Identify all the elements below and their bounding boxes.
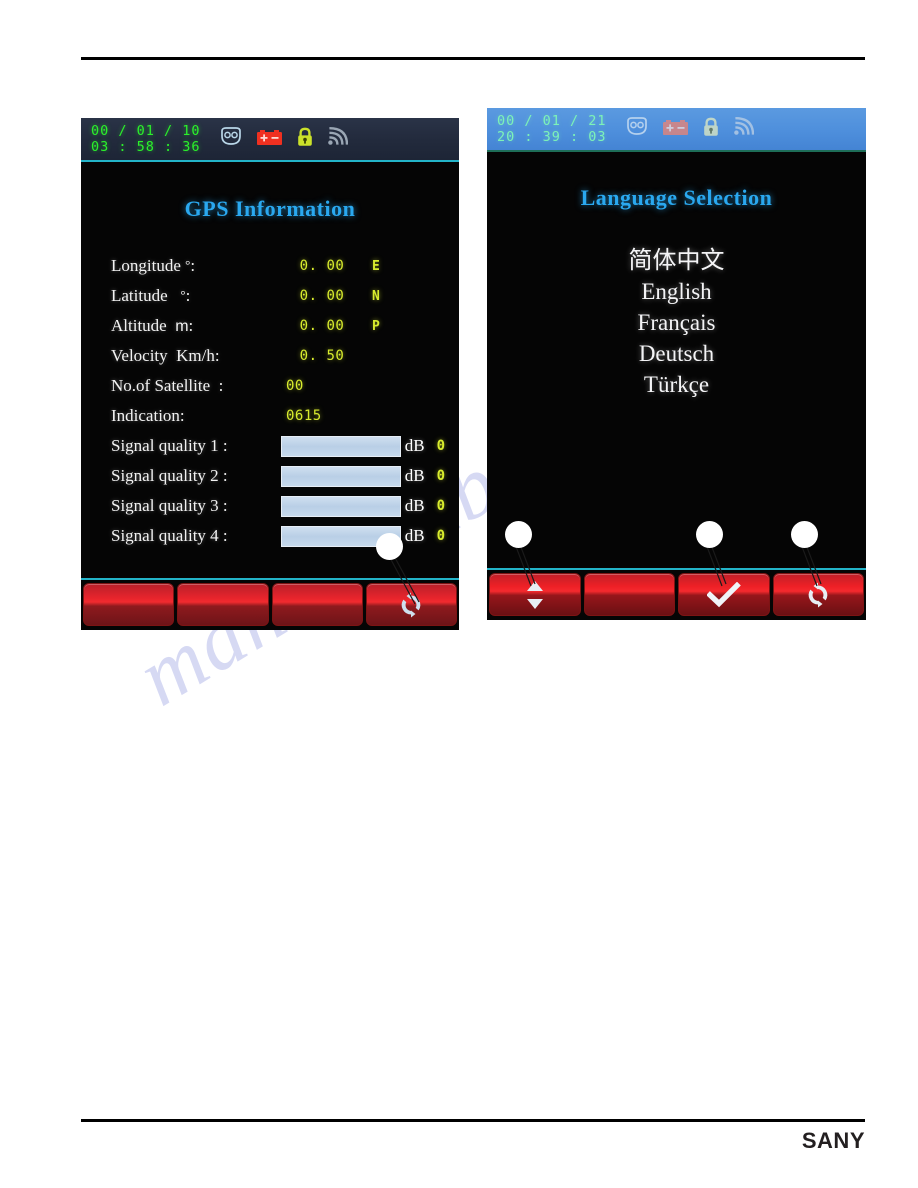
soft-button-bar xyxy=(487,568,866,620)
signal-quality-row-1: Signal quality 1 : dB 0 xyxy=(111,431,445,461)
check-icon xyxy=(706,581,741,607)
signal-value: 0 xyxy=(436,468,445,484)
gps-label: Indication: xyxy=(111,406,185,425)
clock-display: 00 / 01 / 21 20 : 39 : 03 xyxy=(497,113,607,145)
page-title: GPS Information xyxy=(184,196,356,221)
clock-display: 00 / 01 / 10 03 : 58 : 36 xyxy=(91,123,201,155)
callout-marker-2 xyxy=(696,521,723,548)
callout-marker-3 xyxy=(791,521,818,548)
gps-label: No.of Satellite : xyxy=(111,376,224,395)
callout-marker-1 xyxy=(505,521,532,548)
language-option-french[interactable]: Français xyxy=(487,307,866,338)
language-selection-panel: 00 / 01 / 21 20 : 39 : 03 Language Selec… xyxy=(487,108,866,620)
soft-button-confirm[interactable] xyxy=(678,573,770,616)
signal-label: Signal quality 4 : xyxy=(111,526,228,545)
gps-label: Velocity Km/h: xyxy=(111,346,220,365)
manual-page: manualslib.com SANY 00 / 01 / 10 03 : 58… xyxy=(0,0,918,1188)
battery-icon xyxy=(662,118,689,141)
footer-rule xyxy=(81,1119,865,1122)
gps-screen-body: GPS Information Longitude °: 0. 00 E Lat… xyxy=(81,162,459,630)
gps-label: Altitude m: xyxy=(111,316,194,335)
gps-direction: N xyxy=(372,288,380,304)
gps-information-panel: 00 / 01 / 10 03 : 58 : 36 GPS Informatio… xyxy=(81,118,459,630)
soft-button-bar xyxy=(81,578,459,630)
signal-quality-row-2: Signal quality 2 : dB 0 xyxy=(111,461,445,491)
signal-label: Signal quality 2 : xyxy=(111,466,228,485)
gps-value: 0. 00 xyxy=(299,288,345,304)
gps-row-satellites: No.of Satellite : 00 xyxy=(111,371,445,401)
language-option-chinese[interactable]: 简体中文 xyxy=(487,245,866,276)
soft-button-1[interactable] xyxy=(83,583,175,626)
gps-value: 0. 00 xyxy=(299,258,345,274)
gps-data-list: Longitude °: 0. 00 E Latitude °: 0. 00 N xyxy=(81,251,459,551)
clock-date: 00 / 01 / 10 xyxy=(91,123,201,139)
gps-label: Longitude °: xyxy=(111,256,196,275)
sany-logo: SANY xyxy=(801,1128,865,1153)
clock-time: 03 : 58 : 36 xyxy=(91,139,201,155)
language-option-turkish[interactable]: Türkçe xyxy=(487,369,866,400)
gps-row-altitude: Altitude m: 0. 00 P xyxy=(111,311,445,341)
callout-marker-4 xyxy=(376,533,403,560)
up-down-arrow-icon xyxy=(526,580,543,609)
signal-unit: dB xyxy=(404,526,425,545)
lock-icon xyxy=(702,117,720,142)
return-icon xyxy=(808,582,828,607)
gps-value: 0. 50 xyxy=(299,348,345,364)
signal-unit: dB xyxy=(404,466,425,485)
gps-label: Latitude °: xyxy=(111,286,191,305)
signal-unit: dB xyxy=(404,496,425,515)
gps-value: 0. 00 xyxy=(299,318,345,334)
soft-button-2[interactable] xyxy=(177,583,269,626)
signal-bar xyxy=(280,465,401,487)
return-icon xyxy=(402,592,421,617)
soft-button-blank[interactable] xyxy=(583,573,675,616)
signal-bar xyxy=(280,495,401,517)
gps-row-longitude: Longitude °: 0. 00 E xyxy=(111,251,445,281)
signal-bar xyxy=(280,435,401,457)
status-bar: 00 / 01 / 21 20 : 39 : 03 xyxy=(487,108,866,152)
gps-unit: Km/h xyxy=(176,346,215,365)
gps-direction: E xyxy=(372,258,380,274)
seatbelt-icon xyxy=(219,127,243,151)
signal-icon xyxy=(327,127,348,151)
signal-label: Signal quality 3 : xyxy=(111,496,228,515)
gps-row-latitude: Latitude °: 0. 00 N xyxy=(111,281,445,311)
gps-row-velocity: Velocity Km/h: 0. 50 xyxy=(111,341,445,371)
soft-button-3[interactable] xyxy=(271,583,363,626)
language-screen-body: Language Selection 简体中文 English Français… xyxy=(487,152,866,620)
language-option-english[interactable]: English xyxy=(487,276,866,307)
header-rule xyxy=(81,57,865,60)
soft-button-return[interactable] xyxy=(365,583,457,626)
lock-icon xyxy=(296,127,314,152)
signal-unit: dB xyxy=(404,436,425,455)
soft-button-updown[interactable] xyxy=(489,573,581,616)
signal-label: Signal quality 1 : xyxy=(111,436,228,455)
clock-date: 00 / 01 / 21 xyxy=(497,113,607,129)
clock-time: 20 : 39 : 03 xyxy=(497,129,607,145)
soft-button-return[interactable] xyxy=(772,573,864,616)
gps-row-indication: Indication: 0615 xyxy=(111,401,445,431)
status-icons xyxy=(219,127,348,152)
signal-icon xyxy=(733,117,754,141)
battery-icon xyxy=(256,128,283,151)
signal-quality-row-3: Signal quality 3 : dB 0 xyxy=(111,491,445,521)
language-list: 简体中文 English Français Deutsch Türkçe xyxy=(487,245,866,400)
gps-unit: m xyxy=(175,318,189,335)
seatbelt-icon xyxy=(625,117,649,141)
status-icons xyxy=(625,117,754,142)
language-option-german[interactable]: Deutsch xyxy=(487,338,866,369)
status-bar: 00 / 01 / 10 03 : 58 : 36 xyxy=(81,118,459,162)
gps-value: 0615 xyxy=(286,408,322,424)
signal-value: 0 xyxy=(436,528,445,544)
page-title: Language Selection xyxy=(580,185,773,210)
signal-value: 0 xyxy=(436,438,445,454)
signal-value: 0 xyxy=(436,498,445,514)
gps-value: 00 xyxy=(286,378,304,394)
gps-direction: P xyxy=(372,318,380,334)
